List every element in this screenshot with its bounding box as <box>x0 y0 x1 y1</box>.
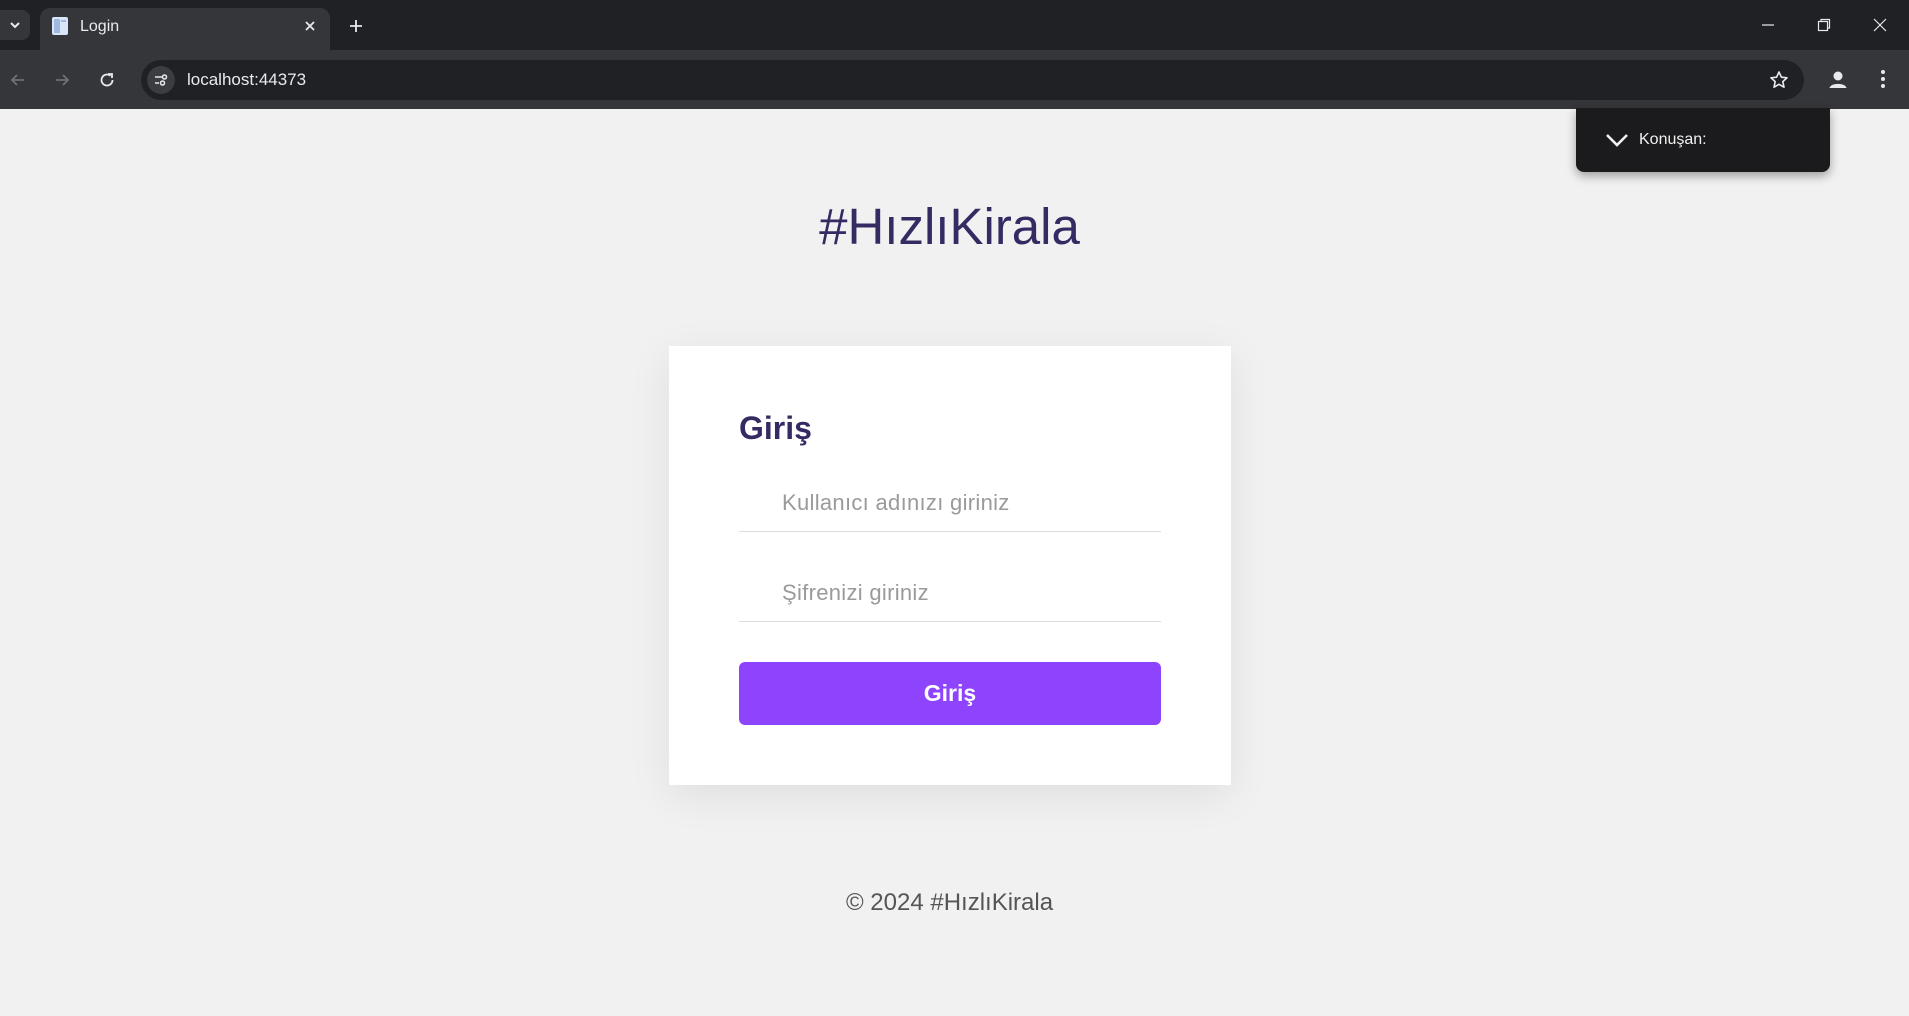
minimize-button[interactable] <box>1750 10 1786 40</box>
restore-button[interactable] <box>1806 10 1842 40</box>
brand-title: #HızlıKirala <box>819 198 1080 255</box>
speaker-label: Konuşan: <box>1639 131 1707 148</box>
tab-list-icon <box>10 22 20 29</box>
tab-close-button[interactable] <box>298 14 322 38</box>
back-button[interactable] <box>2 64 34 96</box>
browser-tab-login[interactable]: Login <box>40 8 330 50</box>
speaker-panel: Konuşan: <box>1576 108 1830 172</box>
profile-button[interactable] <box>1823 64 1853 94</box>
more-vert-icon <box>1881 70 1885 88</box>
address-bar[interactable]: localhost:44373 <box>141 60 1804 100</box>
url-text: localhost:44373 <box>187 70 307 89</box>
footer-copyright: © 2024 #HızlıKirala <box>845 889 1054 916</box>
page-favicon-icon <box>52 17 68 35</box>
chevron-down-icon[interactable] <box>1604 130 1630 150</box>
minimize-icon <box>1762 24 1774 26</box>
restore-icon <box>1817 18 1831 32</box>
password-field <box>739 564 1161 622</box>
username-field <box>739 474 1161 532</box>
profile-icon <box>1829 71 1847 88</box>
password-input[interactable] <box>739 564 1161 621</box>
site-settings-icon <box>155 74 168 86</box>
plus-icon <box>350 20 362 32</box>
browser-tab-bar: Login <box>0 0 1909 50</box>
login-card: Giriş Giriş <box>669 346 1231 785</box>
login-card-title: Giriş <box>739 410 812 446</box>
username-input[interactable] <box>739 474 1161 531</box>
back-arrow-icon <box>10 74 24 86</box>
forward-button[interactable] <box>46 64 78 96</box>
bookmark-button[interactable] <box>1766 67 1792 93</box>
browser-menu-button[interactable] <box>1868 64 1898 94</box>
tab-list-button[interactable] <box>0 10 30 40</box>
star-icon <box>1770 71 1788 88</box>
login-submit-button[interactable]: Giriş <box>739 662 1161 725</box>
browser-toolbar: localhost:44373 <box>0 50 1909 109</box>
tab-title: Login <box>80 18 120 35</box>
site-info-button[interactable] <box>147 66 175 94</box>
window-close-button[interactable] <box>1862 10 1898 40</box>
new-tab-button[interactable] <box>342 12 370 40</box>
window-close-icon <box>1873 18 1887 32</box>
close-icon <box>305 21 315 31</box>
reload-button[interactable] <box>91 64 123 96</box>
reload-icon <box>100 73 114 87</box>
forward-arrow-icon <box>56 74 70 86</box>
